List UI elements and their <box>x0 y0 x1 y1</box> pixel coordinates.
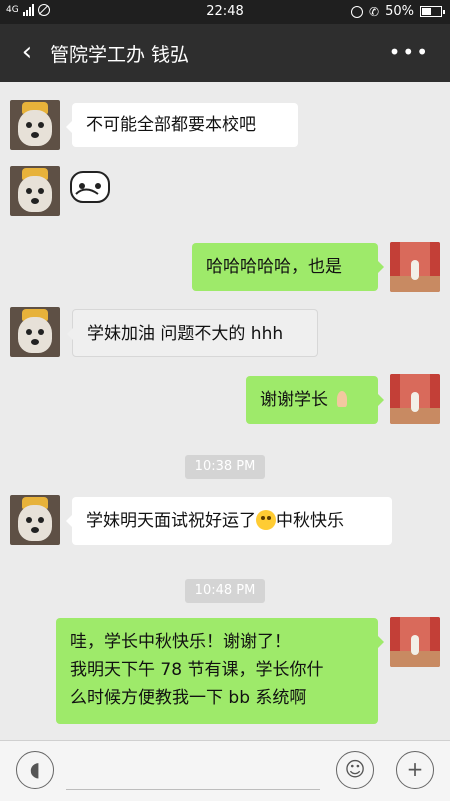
message-text: 哈哈哈哈哈，也是 <box>206 257 342 277</box>
voice-icon[interactable]: ◖ <box>16 751 54 789</box>
message-line: 哇，学长中秋快乐！谢谢了！ <box>70 632 291 652</box>
battery-icon <box>420 6 445 17</box>
message-bubble[interactable]: 哈哈哈哈哈，也是 <box>192 243 384 291</box>
chat-titlebar: ‹ 管院学工办 钱弘 ••• <box>0 24 450 82</box>
message-bubble[interactable]: 谢谢学长 <box>246 376 384 424</box>
contact-avatar[interactable] <box>10 100 60 150</box>
alarm-icon <box>351 5 364 18</box>
message-text: 谢谢学长 <box>260 390 328 410</box>
contact-avatar[interactable] <box>10 307 60 357</box>
message-bubble[interactable]: 学妹明天面试祝好运了 中秋快乐 <box>66 497 392 545</box>
timestamp: 10:48 PM <box>185 579 265 603</box>
battery-percent: 50% <box>385 4 414 19</box>
self-avatar[interactable] <box>390 617 440 667</box>
emoji-icon[interactable]: ☺ <box>336 751 374 789</box>
message-bubble[interactable]: 不可能全部都要本校吧 <box>66 103 298 147</box>
sticker-icon[interactable] <box>68 164 114 208</box>
message-bubble[interactable]: 哇，学长中秋快乐！谢谢了！ 我明天下午 78 节有课，学长你什 么时候方便教我一… <box>56 618 384 724</box>
message-text-tail: 中秋快乐 <box>276 511 344 531</box>
emoji-icon <box>256 510 276 530</box>
contact-avatar[interactable] <box>10 166 60 216</box>
more-icon[interactable]: ••• <box>389 40 430 64</box>
message-line: 我明天下午 78 节有课，学长你什 <box>70 660 324 680</box>
timestamp: 10:38 PM <box>185 455 265 479</box>
input-bar: ◖ ☺ + <box>0 740 450 801</box>
message-text: 不可能全部都要本校吧 <box>86 115 256 135</box>
status-bar: 4G 22:48 ✆ 50% <box>0 0 450 24</box>
message-bubble[interactable]: 学妹加油 问题不大的 hhh <box>67 309 318 357</box>
message-text: 学妹明天面试祝好运了 <box>86 511 256 531</box>
message-text: 学妹加油 问题不大的 hhh <box>87 324 284 344</box>
add-icon[interactable]: + <box>396 751 434 789</box>
self-avatar[interactable] <box>390 242 440 292</box>
status-right: ✆ 50% <box>351 4 445 19</box>
praying-hands-icon <box>333 389 351 409</box>
call-icon: ✆ <box>369 4 380 19</box>
chat-title: 管院学工办 钱弘 <box>50 44 190 66</box>
message-input[interactable] <box>66 789 320 790</box>
chevron-left-icon[interactable]: ‹ <box>14 38 40 68</box>
message-line: 么时候方便教我一下 bb 系统啊 <box>70 688 307 708</box>
contact-avatar[interactable] <box>10 495 60 545</box>
self-avatar[interactable] <box>390 374 440 424</box>
